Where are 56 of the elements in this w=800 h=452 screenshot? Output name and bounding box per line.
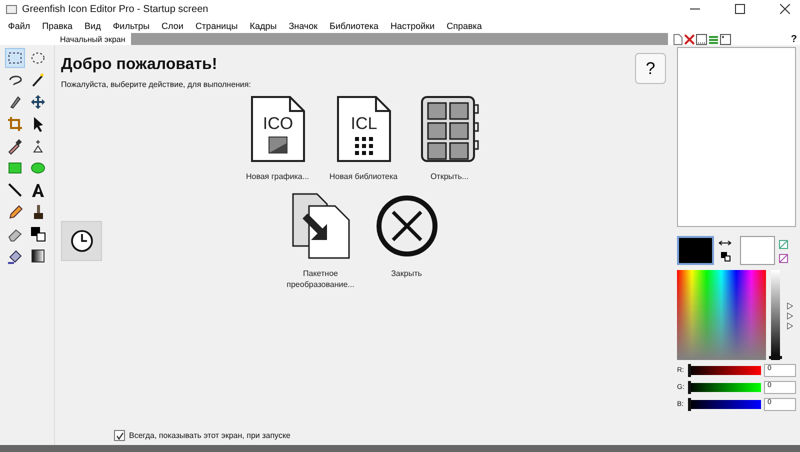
action-button[interactable]: Пакетное преобразование... (282, 192, 360, 291)
menu-item[interactable]: Страницы (189, 20, 244, 30)
swap-colors-icon (29, 225, 47, 243)
channel-slider[interactable] (688, 383, 762, 392)
channel-slider[interactable] (688, 400, 762, 409)
crop-icon (6, 115, 24, 133)
menu-item[interactable]: Справка (440, 20, 488, 30)
eyedropper-icon (6, 137, 24, 155)
lightness-slider[interactable] (771, 270, 780, 360)
menu-item[interactable]: Правка (36, 20, 79, 30)
window-title: Greenfish Icon Editor Pro - Startup screen (22, 4, 210, 14)
swap-colors-icon[interactable] (718, 238, 732, 264)
clock-icon (70, 229, 94, 253)
close-icon (780, 4, 790, 14)
menu-item[interactable]: Файл (2, 20, 36, 30)
color-spectrum[interactable] (677, 270, 766, 360)
transparent-color-icon[interactable] (779, 238, 789, 264)
move-icon (29, 93, 47, 111)
primary-color-swatch[interactable] (677, 236, 714, 265)
help-icon[interactable]: ? (790, 34, 797, 44)
action-button[interactable]: Открыть... (410, 95, 488, 182)
slider-thumb[interactable] (769, 356, 782, 359)
startup-checkbox[interactable] (114, 430, 125, 441)
app-icon (6, 4, 17, 14)
secondary-color-swatch[interactable] (740, 236, 775, 265)
action-button[interactable]: Закрыть (368, 192, 446, 291)
tool-button[interactable] (5, 48, 25, 68)
tab[interactable]: Начальный экран (54, 33, 132, 45)
frame-icon[interactable] (696, 34, 707, 44)
menu-item[interactable]: Настройки (384, 20, 441, 30)
gradient-icon (29, 247, 47, 265)
menu-item[interactable]: Фильтры (106, 20, 156, 30)
slider-thumb[interactable] (688, 364, 691, 377)
menu-item[interactable]: Вид (78, 20, 107, 30)
action-button[interactable]: ICO Новая графика... (238, 95, 316, 182)
slider-thumb[interactable] (688, 398, 691, 411)
delete-icon[interactable] (684, 34, 695, 44)
menu-item[interactable]: Библиотека (324, 20, 384, 30)
welcome-heading: Добро пожаловать! (61, 56, 218, 74)
arrows-icon[interactable] (787, 302, 793, 332)
action-button[interactable]: ICL Новая библиотека (324, 95, 402, 182)
text-tool-icon (29, 181, 47, 199)
slider-thumb[interactable] (688, 381, 691, 394)
menu-item[interactable]: Значок (282, 20, 324, 30)
tool-button[interactable] (28, 224, 48, 244)
recent-files-button[interactable] (61, 221, 102, 261)
layers-icon[interactable] (708, 34, 719, 44)
help-button[interactable]: ? (635, 53, 666, 84)
checkbox-label: Всегда, показывать этот экран, при запуске (129, 431, 290, 440)
line-icon (6, 181, 24, 199)
menu-item[interactable]: Кадры (244, 20, 283, 30)
maximize-icon (735, 4, 745, 14)
frame-icon[interactable] (720, 34, 731, 44)
welcome-subtitle: Пожалуйста, выберите действие, для выполнения: (61, 80, 251, 89)
channel-slider[interactable] (688, 366, 762, 375)
menu-item[interactable]: Слои (156, 20, 190, 30)
